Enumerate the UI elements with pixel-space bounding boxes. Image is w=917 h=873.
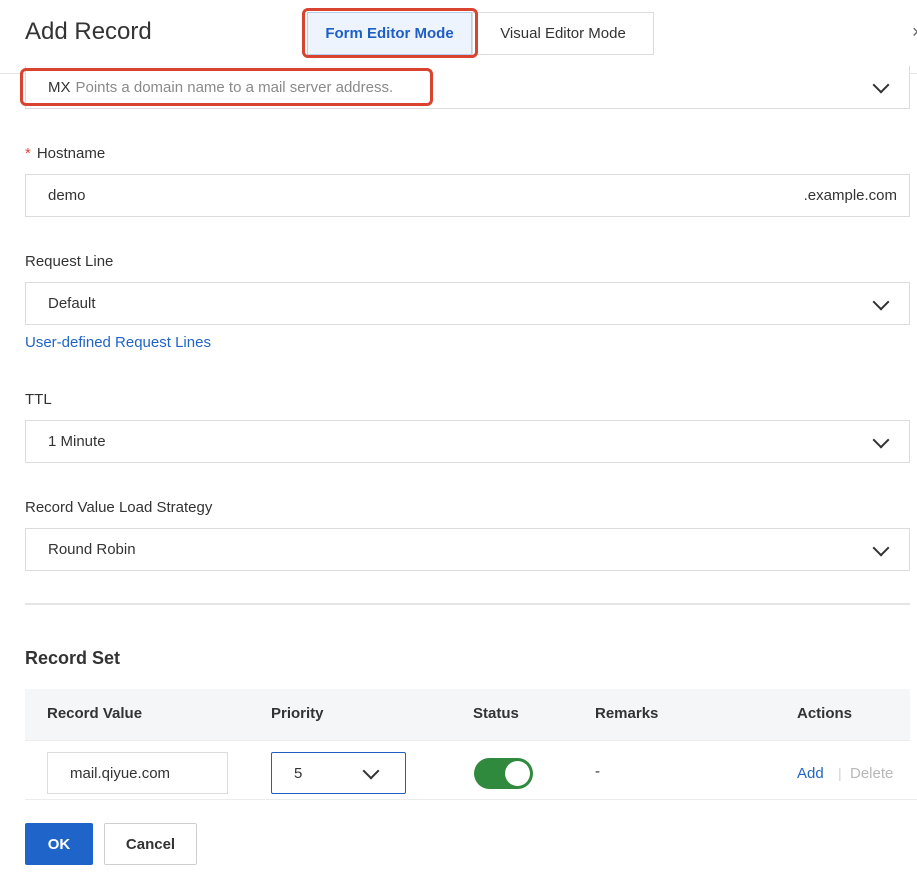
record-value-input[interactable]: mail.qiyue.com [47,752,228,794]
ttl-select[interactable]: 1 Minute [25,420,910,463]
hostname-value: demo [48,187,86,204]
add-row-link[interactable]: Add [797,765,824,782]
hostname-suffix: .example.com [803,187,897,204]
ok-button[interactable]: OK [25,823,93,865]
action-separator: | [838,765,842,781]
close-icon[interactable]: × [912,22,917,43]
required-mark: * [25,145,31,162]
cancel-button[interactable]: Cancel [104,823,197,865]
record-set-table-header [25,689,910,741]
highlight-box-record-type [20,68,433,106]
load-strategy-value: Round Robin [48,541,136,558]
column-header-priority: Priority [271,705,324,722]
record-set-title: Record Set [25,648,121,668]
chevron-down-icon [872,76,890,94]
chevron-down-icon [872,539,890,556]
dialog-title: Add Record [25,18,152,45]
hostname-input[interactable]: demo .example.com [25,174,910,217]
column-header-remarks: Remarks [595,705,659,722]
hostname-label: * Hostname [25,145,105,162]
status-toggle[interactable] [474,758,533,789]
ttl-label: TTL [25,391,52,408]
delete-row-link[interactable]: Delete [850,765,893,782]
request-line-select[interactable]: Default [25,282,910,325]
request-line-value: Default [48,295,96,312]
chevron-down-icon [872,293,890,310]
load-strategy-select[interactable]: Round Robin [25,528,910,571]
load-strategy-label: Record Value Load Strategy [25,499,213,516]
table-row-divider [25,799,917,800]
hostname-label-text: Hostname [36,145,106,162]
priority-value: 5 [294,764,303,782]
section-divider [25,603,910,605]
column-header-actions: Actions [797,705,853,722]
remarks-value: - [595,763,600,780]
user-defined-request-lines-link[interactable]: User-defined Request Lines [25,334,211,351]
highlight-box-mode-tab [302,8,478,58]
chevron-down-icon [872,431,890,448]
priority-select[interactable]: 5 [271,752,406,794]
ttl-value: 1 Minute [48,433,106,450]
column-header-record-value: Record Value [47,705,143,722]
toggle-knob [505,761,530,786]
chevron-down-icon [362,762,380,780]
column-header-status: Status [473,705,519,722]
request-line-label: Request Line [25,253,114,270]
tab-visual-editor-mode[interactable]: Visual Editor Mode [472,12,654,55]
